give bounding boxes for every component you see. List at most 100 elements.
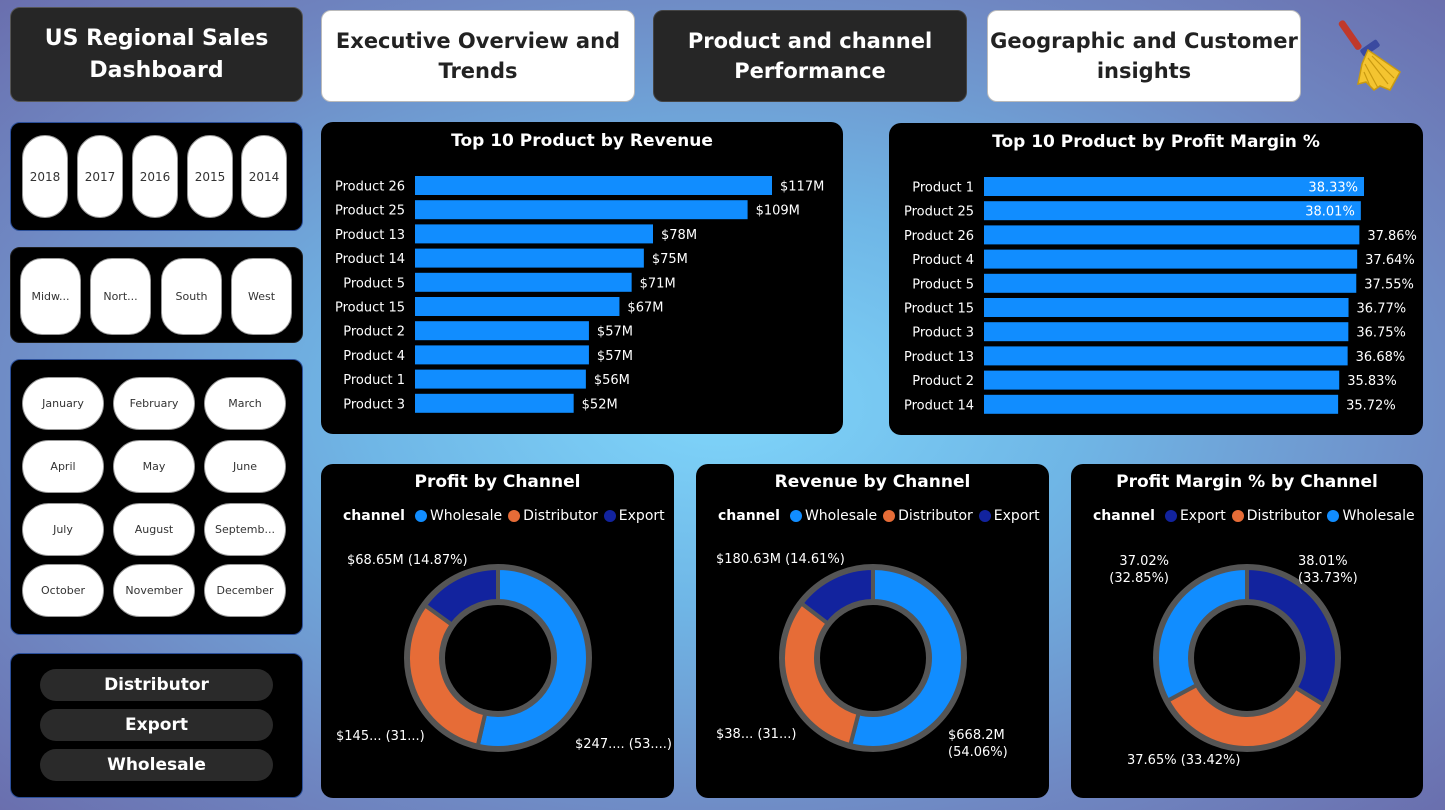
category-label: Product 1 [912, 181, 974, 196]
data-label-distributor: 37.65% (33.42%) [1127, 753, 1241, 768]
data-label: $78M [661, 228, 697, 243]
nav-executive-overview-button[interactable]: Executive Overview and Trends [321, 10, 635, 102]
data-label: 38.33% [1308, 181, 1358, 196]
data-label: $56M [594, 373, 630, 388]
category-label: Product 1 [343, 373, 405, 388]
bar [415, 345, 589, 365]
region-option[interactable]: Midw... [20, 258, 81, 335]
category-label: Product 2 [343, 325, 405, 340]
profit-margin-by-channel-panel: Profit Margin % by Channel channel Expor… [1071, 464, 1423, 798]
bar [415, 200, 748, 220]
data-label: $71M [640, 276, 676, 291]
profit-margin-bar-chart-panel: Top 10 Product by Profit Margin % Produc… [889, 123, 1423, 435]
donut-slice-distributor [1165, 682, 1327, 750]
channel-option-distributor[interactable]: Distributor [40, 669, 273, 701]
region-option[interactable]: West [231, 258, 292, 335]
revenue-bar-chart: Product 26 $117M Product 25 $109M Product 13… [335, 176, 824, 413]
data-label: 37.64% [1365, 253, 1415, 268]
year-option[interactable]: 2014 [241, 135, 287, 218]
bar [415, 176, 772, 195]
category-label: Product 14 [335, 252, 405, 267]
month-option[interactable]: February [113, 377, 195, 430]
month-option[interactable]: Septemb... [204, 503, 286, 556]
bar [984, 273, 1357, 293]
nav-label-line1: Product and channel [687, 29, 933, 53]
year-option[interactable]: 2015 [187, 135, 233, 218]
channel-option-export[interactable]: Export [40, 709, 273, 741]
bar [984, 225, 1360, 245]
month-option[interactable]: March [204, 377, 286, 430]
category-label: Product 25 [335, 204, 405, 219]
month-option[interactable]: June [204, 440, 286, 493]
bar [984, 370, 1340, 390]
year-option[interactable]: 2016 [132, 135, 178, 218]
month-option[interactable]: August [113, 503, 195, 556]
region-option[interactable]: South [161, 258, 222, 335]
data-label-export: $180.63M (14.61%) [716, 552, 845, 567]
category-label: Product 14 [904, 398, 974, 413]
month-option[interactable]: January [22, 377, 104, 430]
bar [984, 322, 1349, 342]
data-label-export: $68.65M (14.87%) [347, 553, 468, 568]
month-option[interactable]: December [204, 564, 286, 617]
profit-by-channel-panel: Profit by Channel channel Wholesale Dist… [321, 464, 674, 798]
category-label: Product 4 [343, 349, 405, 364]
data-label-wholesale: $247.... (53....) [575, 737, 672, 752]
revenue-bar-chart-panel: Top 10 Product by Revenue Product 26 $117… [321, 122, 843, 434]
bar [984, 394, 1339, 414]
dashboard-title-line2: Dashboard [89, 57, 224, 83]
month-option[interactable]: May [113, 440, 195, 493]
region-option[interactable]: Nort... [90, 258, 151, 335]
bar [415, 272, 632, 292]
category-label: Product 15 [904, 302, 974, 317]
broom-icon[interactable] [1338, 14, 1410, 94]
data-label: $109M [756, 204, 800, 219]
profit-margin-bar-chart: Product 1 38.33% Product 25 38.01% Product 2… [904, 177, 1417, 414]
year-option[interactable]: 2017 [77, 135, 123, 218]
category-label: Product 13 [904, 350, 974, 365]
bar [415, 321, 589, 341]
bar [984, 298, 1349, 317]
nav-geographic-customer-button[interactable]: Geographic and Customer insights [987, 10, 1301, 102]
revenue-by-channel-panel: Revenue by Channel channel Wholesale Dis… [696, 464, 1049, 798]
data-label: 35.72% [1346, 398, 1396, 413]
data-label-distributor: $38... (31...) [716, 727, 797, 742]
nav-label-line2: insights [1096, 59, 1192, 83]
data-label-wholesale: $668.2M (54.06%) [948, 728, 1008, 760]
data-label-distributor: $145... (31...) [336, 729, 425, 744]
data-label: 37.55% [1364, 277, 1414, 292]
nav-product-channel-button[interactable]: Product and channel Performance [653, 10, 967, 102]
data-label: $57M [597, 349, 633, 364]
channel-option-wholesale[interactable]: Wholesale [40, 749, 273, 781]
month-option[interactable]: October [22, 564, 104, 617]
data-label: 37.86% [1367, 229, 1417, 244]
channel-slicer: Distributor Export Wholesale [10, 653, 303, 798]
donut-slice-wholesale [1155, 565, 1249, 704]
category-label: Product 13 [335, 228, 405, 243]
category-label: Product 3 [912, 326, 974, 341]
bar [984, 346, 1348, 366]
profit-margin-by-channel-donut [1153, 564, 1341, 752]
category-label: Product 25 [904, 205, 974, 220]
month-slicer: January February March April May June Ju… [10, 359, 303, 635]
category-label: Product 15 [335, 301, 405, 316]
data-label: $67M [627, 301, 663, 316]
nav-label-line2: Performance [734, 59, 886, 83]
nav-label-line1: Geographic and Customer [990, 29, 1298, 53]
month-option[interactable]: July [22, 503, 104, 556]
month-option[interactable]: April [22, 440, 104, 493]
donut-inner-ring [1190, 601, 1304, 715]
data-label: $52M [582, 397, 618, 412]
data-label: 35.83% [1347, 374, 1397, 389]
category-label: Product 5 [343, 276, 405, 291]
category-label: Product 5 [912, 277, 974, 292]
year-option[interactable]: 2018 [22, 135, 68, 218]
data-label: $57M [597, 325, 633, 340]
data-label-export: 38.01% (33.73%) [1298, 554, 1358, 586]
donut-inner-ring [441, 601, 555, 715]
category-label: Product 2 [912, 374, 974, 389]
nav-label-line2: Trends [438, 59, 518, 83]
category-label: Product 26 [335, 180, 405, 195]
month-option[interactable]: November [113, 564, 195, 617]
category-label: Product 4 [912, 253, 974, 268]
